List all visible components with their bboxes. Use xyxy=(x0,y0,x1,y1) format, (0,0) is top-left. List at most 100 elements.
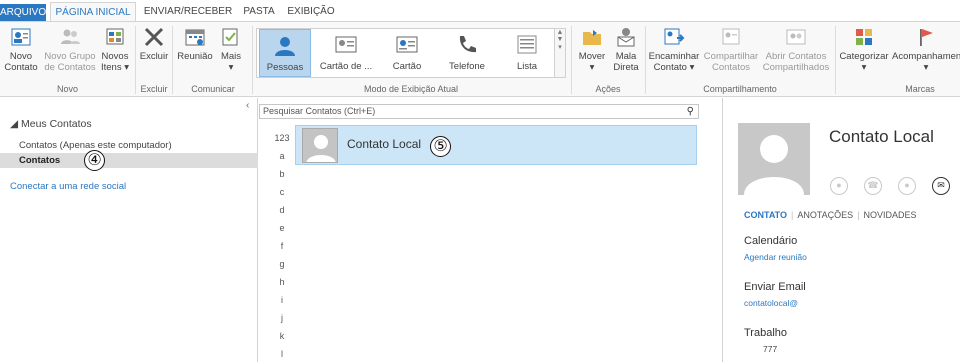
video-icon[interactable]: ● xyxy=(898,177,916,195)
view-pessoas-label: Pessoas xyxy=(266,62,304,73)
tab-pagina-inicial[interactable]: PÁGINA INICIAL xyxy=(50,2,136,23)
alpha-index-item[interactable]: k xyxy=(273,331,291,341)
contact-list-pane: Pesquisar Contatos (Ctrl+E) ⚲ 123 a b c … xyxy=(259,98,721,362)
mais-dropdown-arrow: ▾ xyxy=(228,62,234,73)
mala-direta-line1: Mala xyxy=(615,51,637,62)
view-gallery: Pessoas Cartão de ... Cartão Telefone Li… xyxy=(256,28,566,78)
compartilhar-contatos-button[interactable]: Compartilhar Contatos xyxy=(702,26,760,73)
tab-arquivo[interactable]: ARQUIVO xyxy=(0,4,46,22)
group-label-acoes: Ações xyxy=(595,84,621,94)
mover-button[interactable]: Mover ▾ xyxy=(575,26,609,73)
forward-contact-icon xyxy=(664,28,685,45)
encaminhar-line1: Encaminhar xyxy=(648,51,700,62)
tab-enviar-receber[interactable]: ENVIAR/RECEBER xyxy=(142,2,234,22)
view-telefone[interactable]: Telefone xyxy=(437,29,497,77)
email-icon[interactable]: ✉ xyxy=(932,177,950,195)
tab-pasta[interactable]: PASTA xyxy=(240,2,278,22)
tab-novidades[interactable]: NOVIDADES xyxy=(864,210,917,220)
email-address-link[interactable]: contatolocal@ xyxy=(744,298,798,308)
excluir-label: Excluir xyxy=(139,51,169,62)
people-icon xyxy=(275,37,295,56)
view-cartao-de-visita[interactable]: Cartão de ... xyxy=(315,29,377,77)
alpha-index-item[interactable]: 123 xyxy=(273,133,291,143)
novos-itens-button[interactable]: Novos Itens ▾ xyxy=(100,26,130,73)
view-cartao-label: Cartão xyxy=(392,61,422,72)
novo-contato-line1: Novo xyxy=(9,51,33,62)
more-icon xyxy=(222,28,238,46)
group-separator xyxy=(172,26,173,94)
gallery-scroll[interactable]: ▲ ▼ ▾ xyxy=(554,29,565,77)
call-icon[interactable]: ☎ xyxy=(864,177,882,195)
view-lista-label: Lista xyxy=(516,61,538,72)
mail-merge-icon xyxy=(617,28,635,47)
novo-grupo-line1: Novo Grupo xyxy=(44,51,96,62)
categorize-icon xyxy=(856,29,872,45)
share-contacts-icon xyxy=(722,28,740,45)
tab-exibicao[interactable]: EXIBIÇÃO xyxy=(286,2,336,22)
view-lista[interactable]: Lista xyxy=(501,29,553,77)
alpha-index-item[interactable]: i xyxy=(273,295,291,305)
new-contact-icon xyxy=(11,28,31,46)
acompanhamento-dropdown-arrow: ▾ xyxy=(923,62,929,73)
mais-button[interactable]: Mais ▾ xyxy=(216,26,246,73)
alpha-index-item[interactable]: b xyxy=(273,169,291,179)
mover-dropdown-arrow: ▾ xyxy=(589,62,595,73)
view-telefone-label: Telefone xyxy=(449,61,485,72)
tab-divider: | xyxy=(857,210,860,220)
tab-contato[interactable]: CONTATO xyxy=(744,210,787,220)
work-phone-value[interactable]: 777 xyxy=(763,344,777,354)
delete-x-icon xyxy=(144,27,164,47)
list-icon xyxy=(517,35,537,54)
alpha-index-item[interactable]: h xyxy=(273,277,291,287)
collapse-pane-icon[interactable]: ‹ xyxy=(246,100,249,111)
contact-photo[interactable] xyxy=(738,123,810,195)
alpha-index-item[interactable]: a xyxy=(273,151,291,161)
mala-direta-button[interactable]: Mala Direta xyxy=(611,26,641,73)
novo-contato-button[interactable]: Novo Contato xyxy=(4,26,38,73)
reuniao-button[interactable]: Reunião xyxy=(176,26,214,62)
abrir-line1: Abrir Contatos xyxy=(765,51,827,62)
categorizar-dropdown-arrow: ▾ xyxy=(861,62,867,73)
encaminhar-contato-button[interactable]: Encaminhar Contato ▾ xyxy=(648,26,700,73)
alpha-index-item[interactable]: j xyxy=(273,313,291,323)
meus-contatos-header[interactable]: ◢ Meus Contatos xyxy=(10,118,92,130)
categorizar-label: Categorizar xyxy=(839,51,889,62)
group-label-compartilhamento: Compartilhamento xyxy=(703,84,777,94)
categorizar-button[interactable]: Categorizar ▾ xyxy=(838,26,890,73)
step-badge-4: ④ xyxy=(84,150,105,171)
excluir-button[interactable]: Excluir xyxy=(138,26,170,62)
im-icon[interactable]: ● xyxy=(830,177,848,195)
step-badge-5: ⑤ xyxy=(430,136,451,157)
contact-card-tabs: CONTATO | ANOTAÇÕES | NOVIDADES xyxy=(744,210,917,220)
abrir-contatos-compartilhados-button[interactable]: Abrir Contatos Compartilhados xyxy=(762,26,830,73)
send-email-label: Enviar Email xyxy=(744,281,806,293)
search-icon[interactable]: ⚲ xyxy=(687,105,694,118)
contact-list-name: Contato Local xyxy=(347,137,422,151)
acompanhamento-button[interactable]: Acompanhamen ▾ xyxy=(892,26,960,73)
conectar-rede-social-link[interactable]: Conectar a uma rede social xyxy=(10,181,126,192)
folder-pane: ‹ ◢ Meus Contatos Contatos (Apenas este … xyxy=(0,98,258,362)
tab-anotacoes[interactable]: ANOTAÇÕES xyxy=(797,210,853,220)
alpha-index-item[interactable]: c xyxy=(273,187,291,197)
alpha-index-item[interactable]: l xyxy=(273,349,291,359)
mover-label: Mover xyxy=(578,51,606,62)
search-contacts-input[interactable]: Pesquisar Contatos (Ctrl+E) ⚲ xyxy=(259,104,699,119)
group-label-excluir: Excluir xyxy=(140,84,168,94)
novo-grupo-button[interactable]: Novo Grupo de Contatos xyxy=(42,26,98,73)
view-cartao[interactable]: Cartão xyxy=(381,29,433,77)
alpha-index-item[interactable]: g xyxy=(273,259,291,269)
mala-direta-line2: Direta xyxy=(613,62,639,73)
group-label-modo-exibicao: Modo de Exibição Atual xyxy=(363,84,459,94)
alpha-index-item[interactable]: e xyxy=(273,223,291,233)
folder-contatos[interactable]: Contatos xyxy=(0,153,258,168)
alpha-index-item[interactable]: f xyxy=(273,241,291,251)
schedule-meeting-link[interactable]: Agendar reunião xyxy=(744,252,807,262)
calendar-label: Calendário xyxy=(744,235,798,247)
alpha-index-item[interactable]: d xyxy=(273,205,291,215)
contact-list-item[interactable]: Contato Local xyxy=(295,125,697,165)
new-items-icon xyxy=(106,28,124,45)
novo-grupo-line2: de Contatos xyxy=(44,62,96,73)
view-pessoas[interactable]: Pessoas xyxy=(259,29,311,77)
folder-contatos-computador[interactable]: Contatos (Apenas este computador) xyxy=(0,138,258,153)
novos-itens-line2: Itens ▾ xyxy=(100,62,129,73)
